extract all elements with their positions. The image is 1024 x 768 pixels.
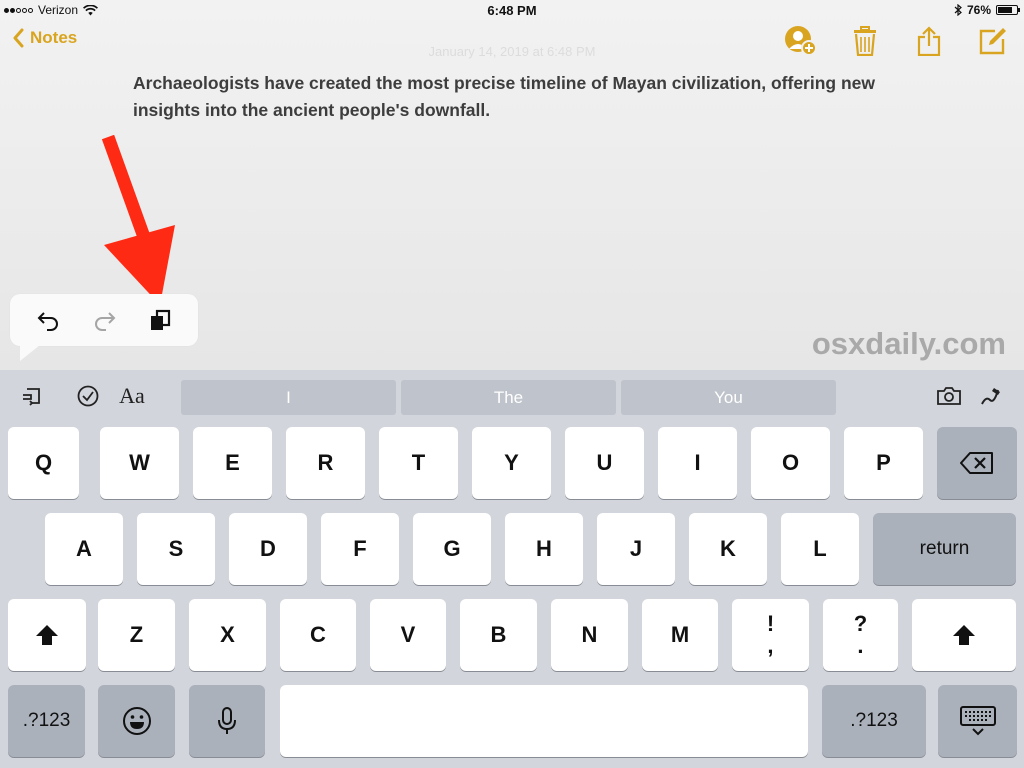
checklist-button[interactable] (73, 382, 103, 410)
camera-icon (937, 387, 961, 405)
key-exclaim-label: ! (766, 611, 775, 636)
key-j[interactable]: J (597, 513, 675, 585)
undo-button[interactable] (34, 306, 64, 334)
key-i[interactable]: I (658, 427, 737, 499)
key-n[interactable]: N (551, 599, 628, 671)
shift-icon (953, 625, 975, 645)
return-key[interactable]: return (873, 513, 1016, 585)
checklist-icon (77, 385, 99, 407)
text-style-icon: Aa (119, 383, 145, 408)
backspace-icon (960, 452, 993, 474)
edit-popover (10, 294, 198, 361)
key-m[interactable]: M (642, 599, 718, 671)
battery-icon (996, 5, 1020, 15)
redo-button[interactable] (89, 306, 119, 334)
shift-key-right[interactable] (912, 599, 1016, 671)
sketch-button[interactable] (975, 382, 1005, 410)
numbers-key-left[interactable]: .?123 (8, 685, 85, 757)
notes-area: Verizon 6:48 PM 76% Notes January 14, 20… (0, 0, 1024, 370)
key-s[interactable]: S (137, 513, 215, 585)
note-date: January 14, 2019 at 6:48 PM (428, 44, 596, 59)
key-g[interactable]: G (413, 513, 491, 585)
keyboard: Aa I The You Q W E R T Y U I O P A S D F… (0, 370, 1024, 768)
text-style-button[interactable]: Aa (114, 382, 150, 410)
key-question-period[interactable]: ? . (823, 599, 898, 671)
key-l[interactable]: L (781, 513, 859, 585)
copy-icon (151, 309, 171, 330)
bluetooth-icon (954, 4, 962, 16)
undo-icon (37, 312, 58, 331)
key-t[interactable]: T (379, 427, 458, 499)
delete-key[interactable] (937, 427, 1017, 499)
key-c[interactable]: C (280, 599, 356, 671)
format-icon (23, 388, 40, 406)
red-arrow-annotation (101, 135, 175, 305)
status-time: 6:48 PM (487, 3, 537, 18)
key-z[interactable]: Z (98, 599, 175, 671)
sketch-icon (981, 388, 1000, 405)
dictation-key[interactable] (189, 685, 265, 757)
key-p[interactable]: P (844, 427, 923, 499)
key-exclaim-comma[interactable]: ! , (732, 599, 809, 671)
key-e[interactable]: E (193, 427, 272, 499)
copy-button[interactable] (145, 306, 175, 334)
key-d[interactable]: D (229, 513, 307, 585)
key-u[interactable]: U (565, 427, 644, 499)
camera-button[interactable] (934, 382, 964, 410)
key-b[interactable]: B (460, 599, 537, 671)
shift-icon (36, 625, 58, 645)
key-y[interactable]: Y (472, 427, 551, 499)
format-button[interactable] (18, 382, 48, 410)
key-period-label: . (857, 633, 864, 658)
key-x[interactable]: X (189, 599, 266, 671)
key-question-label: ? (853, 611, 868, 636)
key-w[interactable]: W (100, 427, 179, 499)
microphone-icon (218, 707, 236, 734)
key-h[interactable]: H (505, 513, 583, 585)
shift-key-left[interactable] (8, 599, 86, 671)
prediction-2[interactable]: The (401, 380, 616, 415)
key-v[interactable]: V (370, 599, 446, 671)
prediction-1[interactable]: I (181, 380, 396, 415)
status-right: 76% (954, 3, 1020, 17)
key-q[interactable]: Q (8, 427, 79, 499)
hide-keyboard-key[interactable] (938, 685, 1017, 757)
key-r[interactable]: R (286, 427, 365, 499)
status-bar: Verizon 6:48 PM 76% (0, 0, 1024, 22)
key-a[interactable]: A (45, 513, 123, 585)
key-f[interactable]: F (321, 513, 399, 585)
key-k[interactable]: K (689, 513, 767, 585)
prediction-3[interactable]: You (621, 380, 836, 415)
key-comma-label: , (767, 633, 774, 658)
emoji-icon (122, 707, 151, 735)
watermark: osxdaily.com (811, 326, 1006, 361)
numbers-key-right[interactable]: .?123 (822, 685, 926, 757)
shortcut-bar: Aa I The You (0, 370, 1024, 422)
battery-percent: 76% (966, 3, 991, 17)
space-key[interactable] (280, 685, 808, 757)
redo-icon (95, 312, 116, 331)
emoji-key[interactable] (98, 685, 175, 757)
keyboard-dismiss-icon (959, 706, 996, 736)
key-o[interactable]: O (751, 427, 830, 499)
note-body[interactable]: Archaeologists have created the most pre… (133, 70, 893, 124)
